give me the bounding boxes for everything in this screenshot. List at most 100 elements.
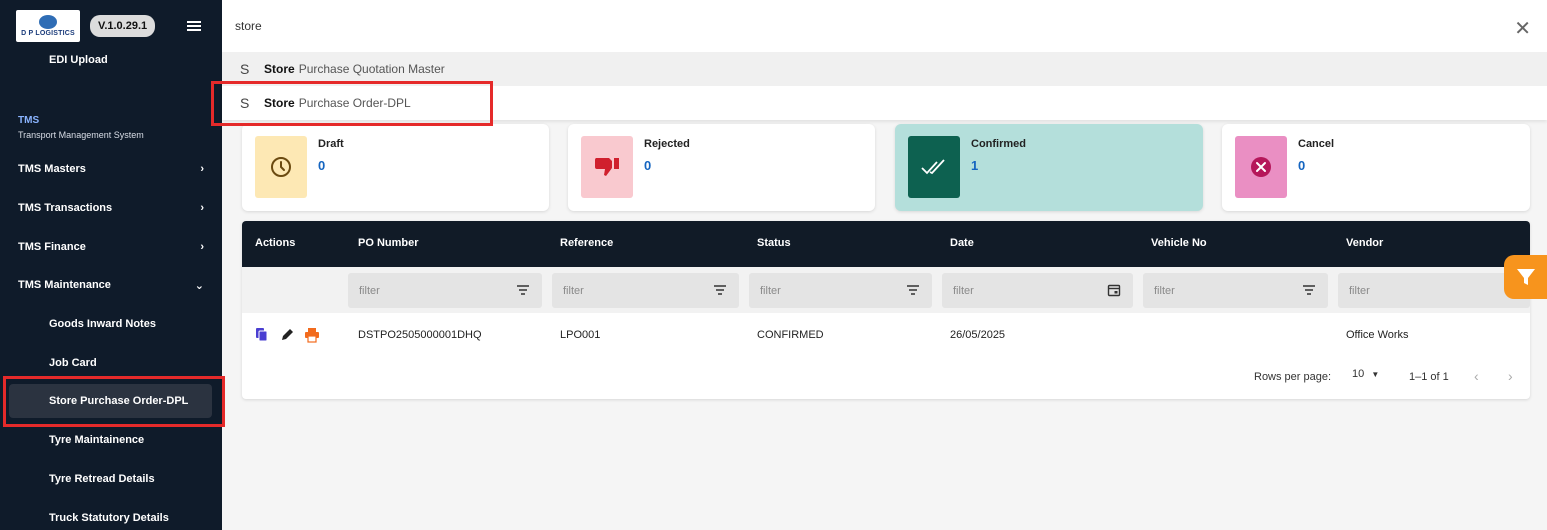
global-search-bar: ✕: [222, 0, 1547, 52]
chevron-right-icon: ›: [200, 163, 204, 175]
column-header-po-number[interactable]: PO Number: [358, 237, 419, 249]
table-row[interactable]: DSTPO2505000001DHQ LPO001 CONFIRMED 26/0…: [242, 313, 1530, 359]
filter-lines-icon[interactable]: [516, 283, 530, 297]
rows-per-page-value: 10: [1352, 368, 1365, 380]
filter-input-vendor[interactable]: filter: [1338, 273, 1530, 308]
sidebar-item-label: TMS Finance: [18, 241, 86, 253]
column-header-status[interactable]: Status: [757, 237, 791, 249]
filter-lines-icon[interactable]: [906, 283, 920, 297]
caret-down-icon: ▼: [1371, 370, 1380, 379]
next-page-icon[interactable]: ›: [1508, 368, 1513, 384]
search-result-store-purchase-order-dpl[interactable]: S Store Purchase Order-DPL: [222, 86, 1547, 120]
sidebar-item-truck-statutory-details[interactable]: Truck Statutory Details: [0, 501, 222, 530]
sidebar-item-tms-masters[interactable]: TMS Masters ›: [0, 152, 222, 186]
search-result-text: Purchase Quotation Master: [298, 62, 445, 76]
funnel-icon: [1517, 269, 1535, 285]
column-header-actions: Actions: [255, 237, 296, 249]
section-subtitle: Transport Management System: [18, 130, 144, 140]
pagination-range: 1–1 of 1: [1409, 371, 1449, 383]
card-count: 0: [644, 158, 652, 173]
search-result-text: Purchase Order-DPL: [298, 96, 411, 110]
print-icon[interactable]: [304, 327, 320, 343]
filter-placeholder: filter: [359, 285, 380, 297]
sidebar-item-tms-maintenance[interactable]: TMS Maintenance ⌄: [0, 268, 222, 302]
sidebar-item-label: TMS Transactions: [18, 202, 113, 214]
prev-page-icon[interactable]: ‹: [1474, 368, 1479, 384]
search-result-store-purchase-quotation-master[interactable]: S Store Purchase Quotation Master: [222, 52, 1547, 86]
search-result-icon: S: [240, 95, 250, 111]
card-label: Rejected: [644, 138, 690, 150]
sidebar-item-tyre-retread-details[interactable]: Tyre Retread Details: [0, 462, 222, 496]
column-header-reference[interactable]: Reference: [560, 237, 613, 249]
filter-input-reference[interactable]: filter: [552, 273, 739, 308]
chevron-right-icon: ›: [200, 241, 204, 253]
filter-input-vehicle-no[interactable]: filter: [1143, 273, 1328, 308]
filter-placeholder: filter: [953, 285, 974, 297]
globe-icon: [39, 15, 57, 29]
column-header-date[interactable]: Date: [950, 237, 974, 249]
thumbs-down-icon: [581, 136, 633, 198]
filter-input-status[interactable]: filter: [749, 273, 932, 308]
cell-reference: LPO001: [560, 329, 601, 341]
sidebar-item-tyre-maintainence[interactable]: Tyre Maintainence: [0, 423, 222, 457]
card-count: 0: [318, 158, 326, 173]
company-logo[interactable]: D P LOGISTICS: [16, 10, 80, 42]
column-header-vehicle-no[interactable]: Vehicle No: [1151, 237, 1207, 249]
filter-placeholder: filter: [760, 285, 781, 297]
sidebar-item-edi-upload[interactable]: EDI Upload: [49, 54, 108, 66]
filter-placeholder: filter: [1349, 285, 1370, 297]
status-card-rejected[interactable]: Rejected 0: [568, 124, 875, 211]
card-label: Confirmed: [971, 138, 1026, 150]
sidebar-header: D P LOGISTICS V.1.0.29.1: [0, 0, 222, 52]
card-label: Cancel: [1298, 138, 1335, 150]
copy-icon[interactable]: [254, 327, 270, 343]
edit-pencil-icon[interactable]: [279, 327, 295, 343]
sidebar-item-tms-finance[interactable]: TMS Finance ›: [0, 230, 222, 264]
purchase-order-table: Actions PO Number Reference Status Date …: [242, 221, 1530, 399]
card-count: 1: [971, 158, 979, 173]
cancel-circle-icon: [1235, 136, 1287, 198]
status-card-draft[interactable]: Draft 0: [242, 124, 549, 211]
filter-lines-icon[interactable]: [1302, 283, 1316, 297]
column-header-vendor[interactable]: Vendor: [1346, 237, 1383, 249]
search-input[interactable]: [235, 19, 1435, 33]
logo-text: D P LOGISTICS: [21, 30, 75, 37]
double-check-icon: [908, 136, 960, 198]
sidebar-item-tms-transactions[interactable]: TMS Transactions ›: [0, 191, 222, 225]
sidebar-item-goods-inward-notes[interactable]: Goods Inward Notes: [0, 307, 222, 341]
cell-vendor: Office Works: [1346, 329, 1409, 341]
cell-po-number: DSTPO2505000001DHQ: [358, 329, 482, 341]
sidebar-item-label: TMS Maintenance: [18, 279, 111, 291]
card-label: Draft: [318, 138, 344, 150]
sidebar: D P LOGISTICS V.1.0.29.1 EDI Upload TMS …: [0, 0, 222, 530]
rows-per-page-label: Rows per page:: [1254, 371, 1332, 383]
clock-icon: [255, 136, 307, 198]
sidebar-item-job-card[interactable]: Job Card: [0, 346, 222, 380]
cell-date: 26/05/2025: [950, 329, 1006, 341]
filter-row: filter filter filter filter filter filte…: [242, 267, 1530, 313]
table-header: Actions PO Number Reference Status Date …: [242, 221, 1530, 267]
section-title: TMS: [18, 115, 40, 126]
filter-placeholder: filter: [1154, 285, 1175, 297]
filter-lines-icon[interactable]: [713, 283, 727, 297]
filter-placeholder: filter: [563, 285, 584, 297]
floating-filter-button[interactable]: [1504, 255, 1547, 299]
filter-input-date[interactable]: filter: [942, 273, 1133, 308]
chevron-right-icon: ›: [200, 202, 204, 214]
hamburger-menu-icon[interactable]: [187, 21, 202, 31]
status-card-confirmed[interactable]: Confirmed 1: [895, 124, 1203, 211]
card-count: 0: [1298, 158, 1306, 173]
filter-input-po-number[interactable]: filter: [348, 273, 542, 308]
close-icon[interactable]: ✕: [1514, 16, 1531, 41]
version-badge: V.1.0.29.1: [90, 15, 156, 37]
search-result-icon: S: [240, 61, 250, 77]
search-result-highlight: Store: [264, 96, 295, 110]
status-card-cancel[interactable]: Cancel 0: [1222, 124, 1530, 211]
search-result-highlight: Store: [264, 62, 295, 76]
chevron-down-icon: ⌄: [194, 279, 204, 292]
sidebar-section-tms: TMS Transport Management System: [18, 115, 144, 140]
calendar-icon[interactable]: [1107, 283, 1121, 297]
rows-per-page-select[interactable]: 10 ▼: [1352, 368, 1379, 380]
cell-status: CONFIRMED: [757, 329, 824, 341]
sidebar-item-store-purchase-order-dpl[interactable]: Store Purchase Order-DPL: [9, 384, 212, 418]
